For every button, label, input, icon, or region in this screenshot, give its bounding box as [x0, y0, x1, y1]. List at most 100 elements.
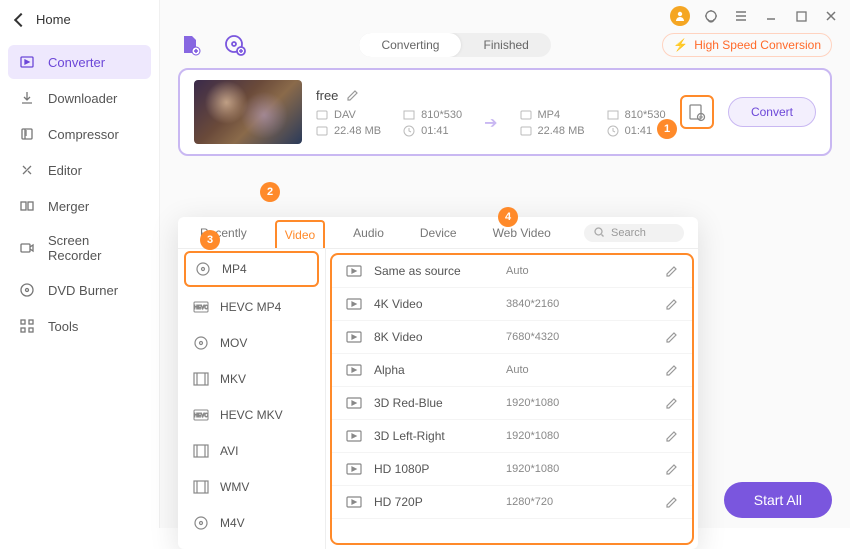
format-item-mov[interactable]: MOV	[178, 325, 325, 361]
tab-converting[interactable]: Converting	[359, 33, 461, 57]
rename-icon[interactable]	[346, 89, 359, 102]
sidebar-item-converter[interactable]: Converter	[8, 45, 151, 79]
output-settings-button[interactable]	[680, 95, 714, 129]
preset-name: Alpha	[374, 363, 494, 377]
edit-icon[interactable]	[665, 430, 678, 443]
format-item-wmv[interactable]: WMV	[178, 469, 325, 505]
sidebar-label: Tools	[48, 319, 78, 334]
format-item-hevc-mkv[interactable]: HEVCHEVC MKV	[178, 397, 325, 433]
add-file-icon[interactable]	[178, 32, 204, 58]
preset-name: Same as source	[374, 264, 494, 278]
format-item-hevc-mp4[interactable]: HEVC HEVC MP4	[178, 289, 325, 325]
high-speed-button[interactable]: ⚡ High Speed Conversion	[662, 33, 832, 57]
recorder-icon	[18, 239, 36, 257]
step-badge-3: 3	[200, 230, 220, 250]
step-badge-4: 4	[498, 207, 518, 227]
format-label: WMV	[220, 480, 249, 494]
minimize-icon[interactable]	[762, 7, 780, 25]
titlebar	[160, 0, 850, 32]
sidebar-item-downloader[interactable]: Downloader	[8, 81, 151, 115]
video-icon	[346, 364, 362, 376]
hevc-icon: HEVC	[192, 298, 210, 316]
preset-item[interactable]: 4K Video3840*2160	[332, 288, 692, 321]
preset-item[interactable]: 3D Red-Blue1920*1080	[332, 387, 692, 420]
merger-icon	[18, 197, 36, 215]
search-icon	[594, 227, 605, 238]
dst-dur: 01:41	[625, 125, 653, 137]
sidebar-item-compressor[interactable]: Compressor	[8, 117, 151, 151]
tab-finished[interactable]: Finished	[461, 33, 550, 57]
sidebar-item-dvd[interactable]: DVD Burner	[8, 273, 151, 307]
format-label: MP4	[222, 262, 247, 276]
video-icon	[346, 265, 362, 277]
format-label: MKV	[220, 372, 246, 386]
sidebar-label: Converter	[48, 55, 105, 70]
edit-icon[interactable]	[665, 496, 678, 509]
menu-icon[interactable]	[732, 7, 750, 25]
sidebar-label: Merger	[48, 199, 89, 214]
preset-res: 1920*1080	[506, 463, 596, 475]
preset-item[interactable]: 3D Left-Right1920*1080	[332, 420, 692, 453]
panel-tab-web[interactable]: Web Video	[485, 220, 559, 246]
edit-icon[interactable]	[665, 397, 678, 410]
file-name: free	[316, 88, 338, 103]
sidebar-label: Compressor	[48, 127, 119, 142]
film-icon	[192, 478, 210, 496]
format-item-m4v[interactable]: M4V	[178, 505, 325, 541]
format-icon	[520, 109, 532, 121]
preset-res: 3840*2160	[506, 298, 596, 310]
format-label: MOV	[220, 336, 247, 350]
compressor-icon	[18, 125, 36, 143]
avatar[interactable]	[670, 6, 690, 26]
dim-icon	[403, 109, 415, 121]
dur-icon	[403, 125, 415, 137]
hsc-label: High Speed Conversion	[694, 38, 821, 52]
preset-item[interactable]: HD 1080P 1920*1080	[332, 453, 692, 486]
video-icon	[346, 430, 362, 442]
src-format: DAV	[334, 109, 356, 121]
panel-tab-video[interactable]: Video	[275, 220, 325, 248]
mode-tabs: Converting Finished	[359, 33, 550, 57]
preset-item[interactable]: HD 720P1280*720	[332, 486, 692, 519]
preset-item[interactable]: AlphaAuto	[332, 354, 692, 387]
preset-res: Auto	[506, 265, 596, 277]
panel-tab-device[interactable]: Device	[412, 220, 465, 246]
step-badge-2: 2	[260, 182, 280, 202]
edit-icon[interactable]	[665, 364, 678, 377]
sidebar-item-recorder[interactable]: Screen Recorder	[8, 225, 151, 271]
dst-dim: 810*530	[625, 109, 666, 121]
edit-icon[interactable]	[665, 298, 678, 311]
format-item-mkv[interactable]: MKV	[178, 361, 325, 397]
edit-icon[interactable]	[665, 265, 678, 278]
file-card: free DAV 22.48 MB 810*530 01:41 ➔	[178, 68, 832, 156]
edit-icon[interactable]	[665, 463, 678, 476]
svg-text:HEVC: HEVC	[194, 413, 208, 419]
start-all-button[interactable]: Start All	[724, 482, 832, 518]
lightning-icon: ⚡	[673, 38, 688, 52]
video-thumbnail[interactable]	[194, 80, 302, 144]
edit-icon[interactable]	[665, 331, 678, 344]
format-icon	[316, 109, 328, 121]
panel-tab-audio[interactable]: Audio	[345, 220, 392, 246]
sidebar-item-editor[interactable]: Editor	[8, 153, 151, 187]
dur-icon	[607, 125, 619, 137]
sidebar-back[interactable]: Home	[0, 0, 159, 39]
format-label: HEVC MP4	[220, 300, 281, 314]
close-icon[interactable]	[822, 7, 840, 25]
sidebar-item-tools[interactable]: Tools	[8, 309, 151, 343]
format-item-avi[interactable]: AVI	[178, 433, 325, 469]
support-icon[interactable]	[702, 7, 720, 25]
convert-button[interactable]: Convert	[728, 97, 816, 127]
preset-item[interactable]: 8K Video7680*4320	[332, 321, 692, 354]
film-icon	[192, 442, 210, 460]
maximize-icon[interactable]	[792, 7, 810, 25]
preset-name: HD 1080P	[374, 462, 494, 476]
sidebar-label: DVD Burner	[48, 283, 118, 298]
preset-name: 3D Left-Right	[374, 429, 494, 443]
format-item-mp4[interactable]: MP4	[184, 251, 319, 287]
format-search-input[interactable]: Search	[584, 224, 684, 242]
sidebar-item-merger[interactable]: Merger	[8, 189, 151, 223]
dim-icon	[607, 109, 619, 121]
add-disc-icon[interactable]	[222, 32, 248, 58]
preset-item[interactable]: Same as source Auto	[332, 255, 692, 288]
